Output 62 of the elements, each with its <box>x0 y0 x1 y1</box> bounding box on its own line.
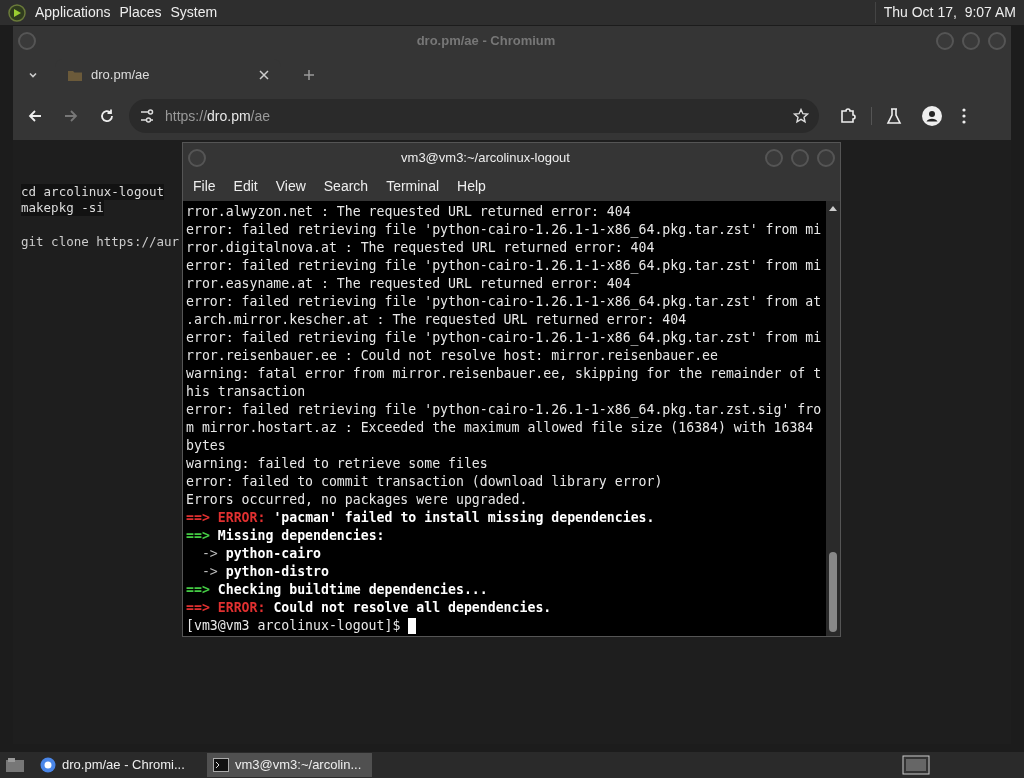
tune-icon[interactable] <box>139 108 155 124</box>
star-icon[interactable] <box>793 108 809 124</box>
back-icon[interactable] <box>27 108 43 124</box>
terminal-line: -> python-distro <box>200 563 330 581</box>
terminal-line: ==> Checking buildtime dependencies... <box>186 581 489 599</box>
menu-item[interactable]: Edit <box>233 176 258 197</box>
panel-menu[interactable]: System <box>170 2 218 23</box>
menu-item[interactable]: Search <box>323 176 369 197</box>
forward-icon[interactable] <box>63 108 79 124</box>
terminal-line: error: failed to commit transaction (download library error) <box>186 473 664 491</box>
menu-item[interactable]: View <box>275 176 306 197</box>
panel-menu[interactable]: Applications <box>35 2 111 23</box>
terminal-line: his transaction <box>186 383 307 401</box>
terminal-line: rror.reisenbauer.ee : Could not resolve host: mirror.reisenbauer.ee <box>186 347 719 365</box>
more-icon[interactable] <box>962 108 966 124</box>
desktop-icon[interactable] <box>4 756 26 774</box>
avatar-icon[interactable] <box>922 106 942 126</box>
terminal-line: error: failed retrieving file 'python-cairo-1.26.1-1-x86_64.pkg.tar.zst' from mi <box>186 221 823 239</box>
plus-icon[interactable] <box>303 69 315 81</box>
close-icon[interactable] <box>259 70 269 80</box>
scroll-up-icon[interactable] <box>829 205 837 211</box>
window-title: vm3@vm3:~/arcolinux-logout <box>400 148 571 167</box>
terminal-line: error: failed retrieving file 'python-cairo-1.26.1-1-x86_64.pkg.tar.zst' from mi <box>186 257 823 275</box>
terminal-line: warning: failed to retrieve some files <box>186 455 489 473</box>
scrollbar-thumb[interactable] <box>829 552 837 632</box>
terminal-line: Errors occurred, no packages were upgraded. <box>186 491 529 509</box>
terminal-line: bytes <box>186 437 227 455</box>
terminal-line: rror.digitalnova.at : The requested URL returned error: 404 <box>186 239 656 257</box>
reload-icon[interactable] <box>99 108 115 124</box>
puzzle-icon[interactable] <box>839 107 857 125</box>
terminal-line: rror.alwyzon.net : The requested URL returned error: 404 <box>186 203 632 221</box>
terminal-line: rror.easyname.at : The requested URL returned error: 404 <box>186 275 632 293</box>
terminal-line: ==> ERROR: Could not resolve all dependencies. <box>186 599 553 617</box>
workspace-icon[interactable] <box>902 755 930 775</box>
globe-icon <box>40 757 56 773</box>
menu-item[interactable]: Help <box>457 176 486 197</box>
clock[interactable]: Thu Oct 17, 9:07 AM <box>874 2 1016 23</box>
code-line: git clone https://aur <box>21 234 180 250</box>
menu-item[interactable]: File <box>193 176 216 197</box>
terminal-line: ==> Missing dependencies: <box>186 527 386 545</box>
folder-icon <box>67 68 83 82</box>
scrollbar[interactable] <box>826 201 840 636</box>
taskbar-button[interactable]: vm3@vm3:~/arcolin... <box>207 753 372 777</box>
terminal-line: -> python-cairo <box>200 545 322 563</box>
terminal-line: error: failed retrieving file 'python-cairo-1.26.1-1-x86_64.pkg.tar.zst' from mi <box>186 329 823 347</box>
panel-menu[interactable]: Places <box>119 2 162 23</box>
flask-icon[interactable] <box>886 107 902 125</box>
logo-icon[interactable] <box>8 3 26 22</box>
tab-title: dro.pm/ae <box>91 66 151 85</box>
address-bar[interactable]: https://dro.pm/ae <box>129 99 819 133</box>
url-text: https://dro.pm/ae <box>165 106 272 126</box>
terminal-line: m mirror.hostart.az : Exceeded the maximum allowed file size (16384) with 16384 <box>186 419 815 437</box>
shell-prompt: [vm3@vm3 arcolinux-logout]$ <box>186 617 401 636</box>
window-title: dro.pm/ae - Chromium <box>415 32 557 51</box>
menu-item[interactable]: Terminal <box>386 176 440 197</box>
terminal-line: warning: fatal error from mirror.reisenbauer.ee, skipping for the remainder of t <box>186 365 823 383</box>
terminal-line: ==> ERROR: 'pacman' failed to install missing dependencies. <box>186 509 656 527</box>
terminal-line: .arch.mirror.kescher.at : The requested URL returned error: 404 <box>186 311 688 329</box>
terminal-line: error: failed retrieving file 'python-cairo-1.26.1-1-x86_64.pkg.tar.zst' from at <box>186 293 823 311</box>
text-cursor <box>408 618 417 634</box>
terminal-line: error: failed retrieving file 'python-cairo-1.26.1-1-x86_64.pkg.tar.zst.sig' fro <box>186 401 823 419</box>
terminal-icon <box>213 758 229 772</box>
